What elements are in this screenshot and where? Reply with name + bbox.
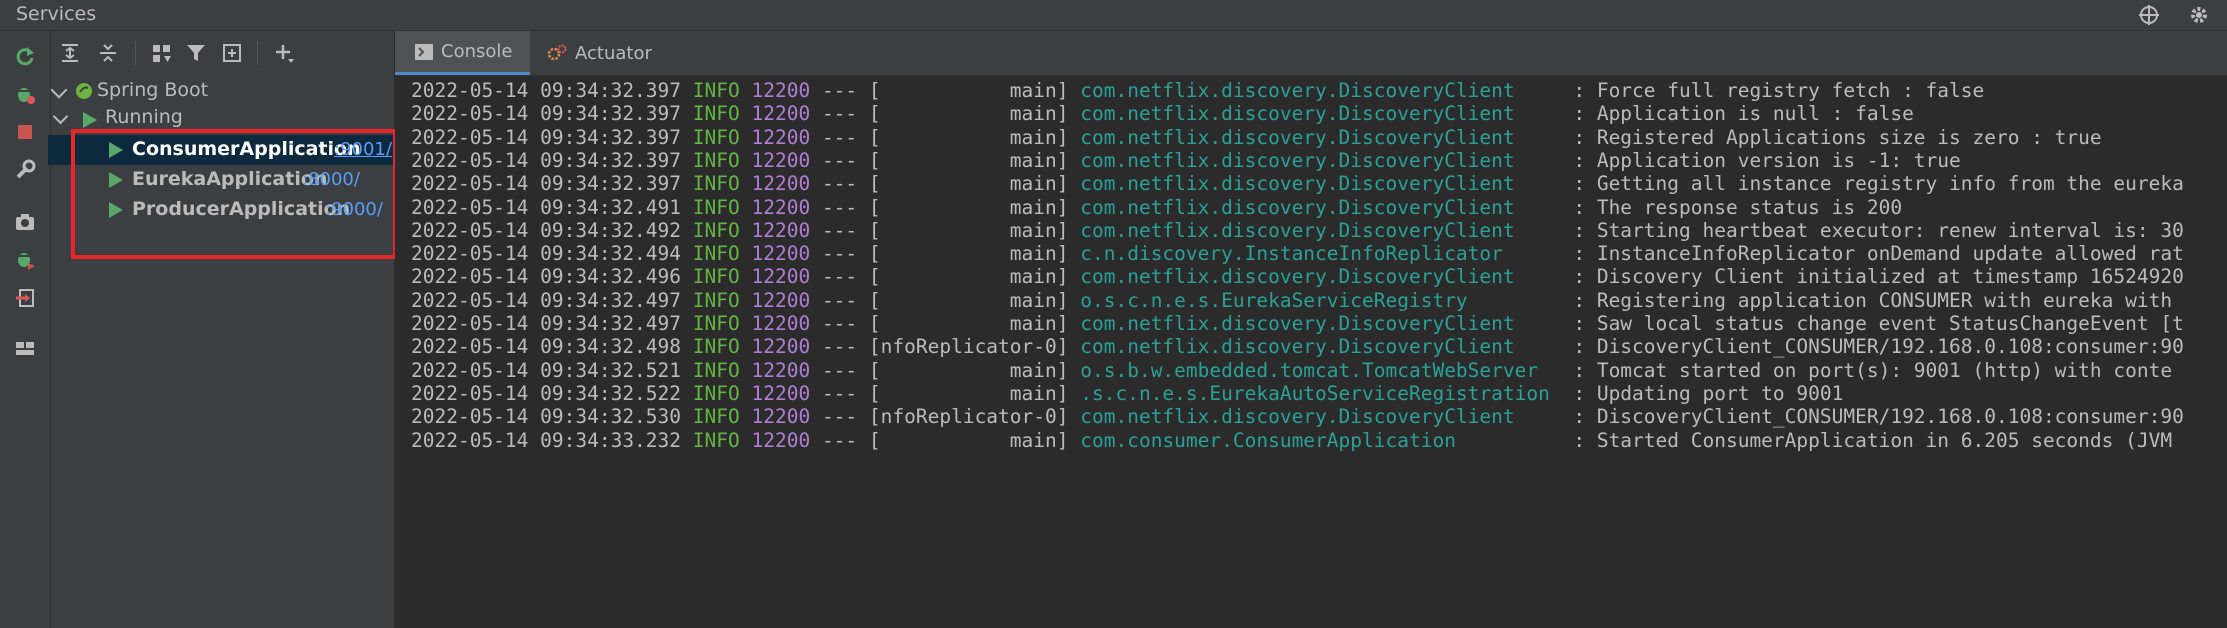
tree-label-running: Running	[105, 106, 183, 128]
crosshair-icon[interactable]	[2136, 2, 2162, 28]
actuator-icon	[547, 44, 567, 62]
run-icon	[83, 112, 97, 128]
camera-icon[interactable]	[12, 209, 38, 235]
expand-all-icon[interactable]	[57, 40, 83, 66]
tab-label: Actuator	[575, 42, 652, 64]
log-separator: ---	[810, 428, 869, 452]
log-thread: [ main]	[868, 428, 1069, 452]
debug-attach-icon[interactable]	[12, 247, 38, 273]
highlight-box	[71, 129, 397, 259]
log-message: : Started ConsumerApplication in 6.205 s…	[1573, 428, 2173, 452]
log-timestamp: 2022-05-14 09:34:33.232	[411, 428, 682, 452]
services-title-bar: Services	[0, 0, 2227, 31]
log-pid: 12200	[751, 428, 811, 452]
log-level: INFO	[692, 428, 740, 452]
tab-label: Console	[441, 41, 513, 62]
tab-console[interactable]: Console	[395, 31, 531, 75]
new-tab-icon[interactable]	[219, 40, 245, 66]
tab-bar: Console Actuator	[395, 31, 2227, 76]
gear-icon[interactable]	[2186, 2, 2212, 28]
filter-icon[interactable]	[183, 40, 209, 66]
rerun-icon[interactable]	[12, 43, 38, 69]
spring-boot-icon	[75, 82, 93, 104]
console-output[interactable]: 2022-05-14 09:34:32.397 INFO 12200 --- […	[395, 76, 2227, 628]
group-by-icon[interactable]	[149, 40, 175, 66]
tree-item-spring-boot[interactable]: Spring Boot	[50, 76, 394, 106]
log-line: 2022-05-14 09:34:33.232 INFO 12200 --- […	[411, 424, 2172, 457]
console-icon	[415, 43, 433, 60]
toolbar-divider	[257, 41, 258, 65]
tree-label-spring-boot: Spring Boot	[97, 79, 209, 101]
chevron-down-icon[interactable]	[50, 81, 68, 99]
toolbar-divider	[135, 41, 136, 65]
window-title: Services	[16, 3, 97, 25]
tree-toolbar	[51, 31, 394, 75]
collapse-all-icon[interactable]	[95, 40, 121, 66]
exit-icon[interactable]	[12, 285, 38, 311]
layout-icon[interactable]	[12, 335, 38, 361]
add-service-icon[interactable]	[271, 40, 297, 66]
left-toolbar	[0, 31, 51, 628]
tab-actuator[interactable]: Actuator	[531, 31, 668, 75]
wrench-icon[interactable]	[12, 157, 38, 183]
services-tree-panel: Spring Boot Running ConsumerApplication …	[48, 31, 395, 628]
log-logger: com.consumer.ConsumerApplication	[1080, 428, 1562, 452]
chevron-down-icon[interactable]	[52, 108, 69, 125]
stop-icon[interactable]	[12, 119, 38, 145]
debug-rerun-icon[interactable]	[12, 81, 38, 107]
